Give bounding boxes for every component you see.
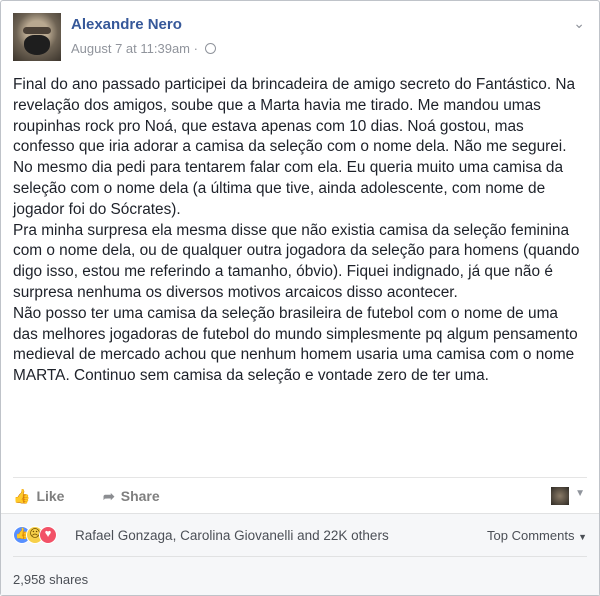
author-name[interactable]: Alexandre Nero xyxy=(71,16,182,33)
love-reaction-icon: ♥ xyxy=(39,526,57,544)
post-timestamp[interactable]: August 7 at 11:39am · xyxy=(71,41,216,56)
post-body: Final do ano passado participei da brinc… xyxy=(13,76,580,385)
share-button[interactable]: ➦ Share xyxy=(103,488,160,505)
share-arrow-icon: ➦ xyxy=(103,488,115,504)
like-button[interactable]: 👍 Like xyxy=(13,488,64,505)
caret-down-icon[interactable]: ▼ xyxy=(575,488,585,499)
thumbs-up-icon: 👍 xyxy=(13,488,31,504)
globe-icon xyxy=(204,43,216,54)
divider xyxy=(13,556,587,557)
author-avatar[interactable] xyxy=(13,13,61,61)
action-bar: 👍 Like ➦ Share ▼ xyxy=(13,477,587,513)
reactions-strip: 👍 ☹ ♥ Rafael Gonzaga, Carolina Giovanell… xyxy=(1,513,599,595)
top-comments-dropdown[interactable]: Top Comments ▼ xyxy=(487,528,587,543)
post-header: Alexandre Nero August 7 at 11:39am · ⌄ xyxy=(13,13,587,63)
viewer-avatar[interactable] xyxy=(551,487,569,505)
shares-count[interactable]: 2,958 shares xyxy=(13,572,88,587)
reactors-list[interactable]: Rafael Gonzaga, Carolina Giovanelli and … xyxy=(75,528,389,543)
post-card: Alexandre Nero August 7 at 11:39am · ⌄ F… xyxy=(0,0,600,596)
chevron-down-icon[interactable]: ⌄ xyxy=(573,15,585,32)
reaction-icons[interactable]: 👍 ☹ ♥ xyxy=(13,526,59,546)
caret-down-icon: ▼ xyxy=(578,532,587,542)
